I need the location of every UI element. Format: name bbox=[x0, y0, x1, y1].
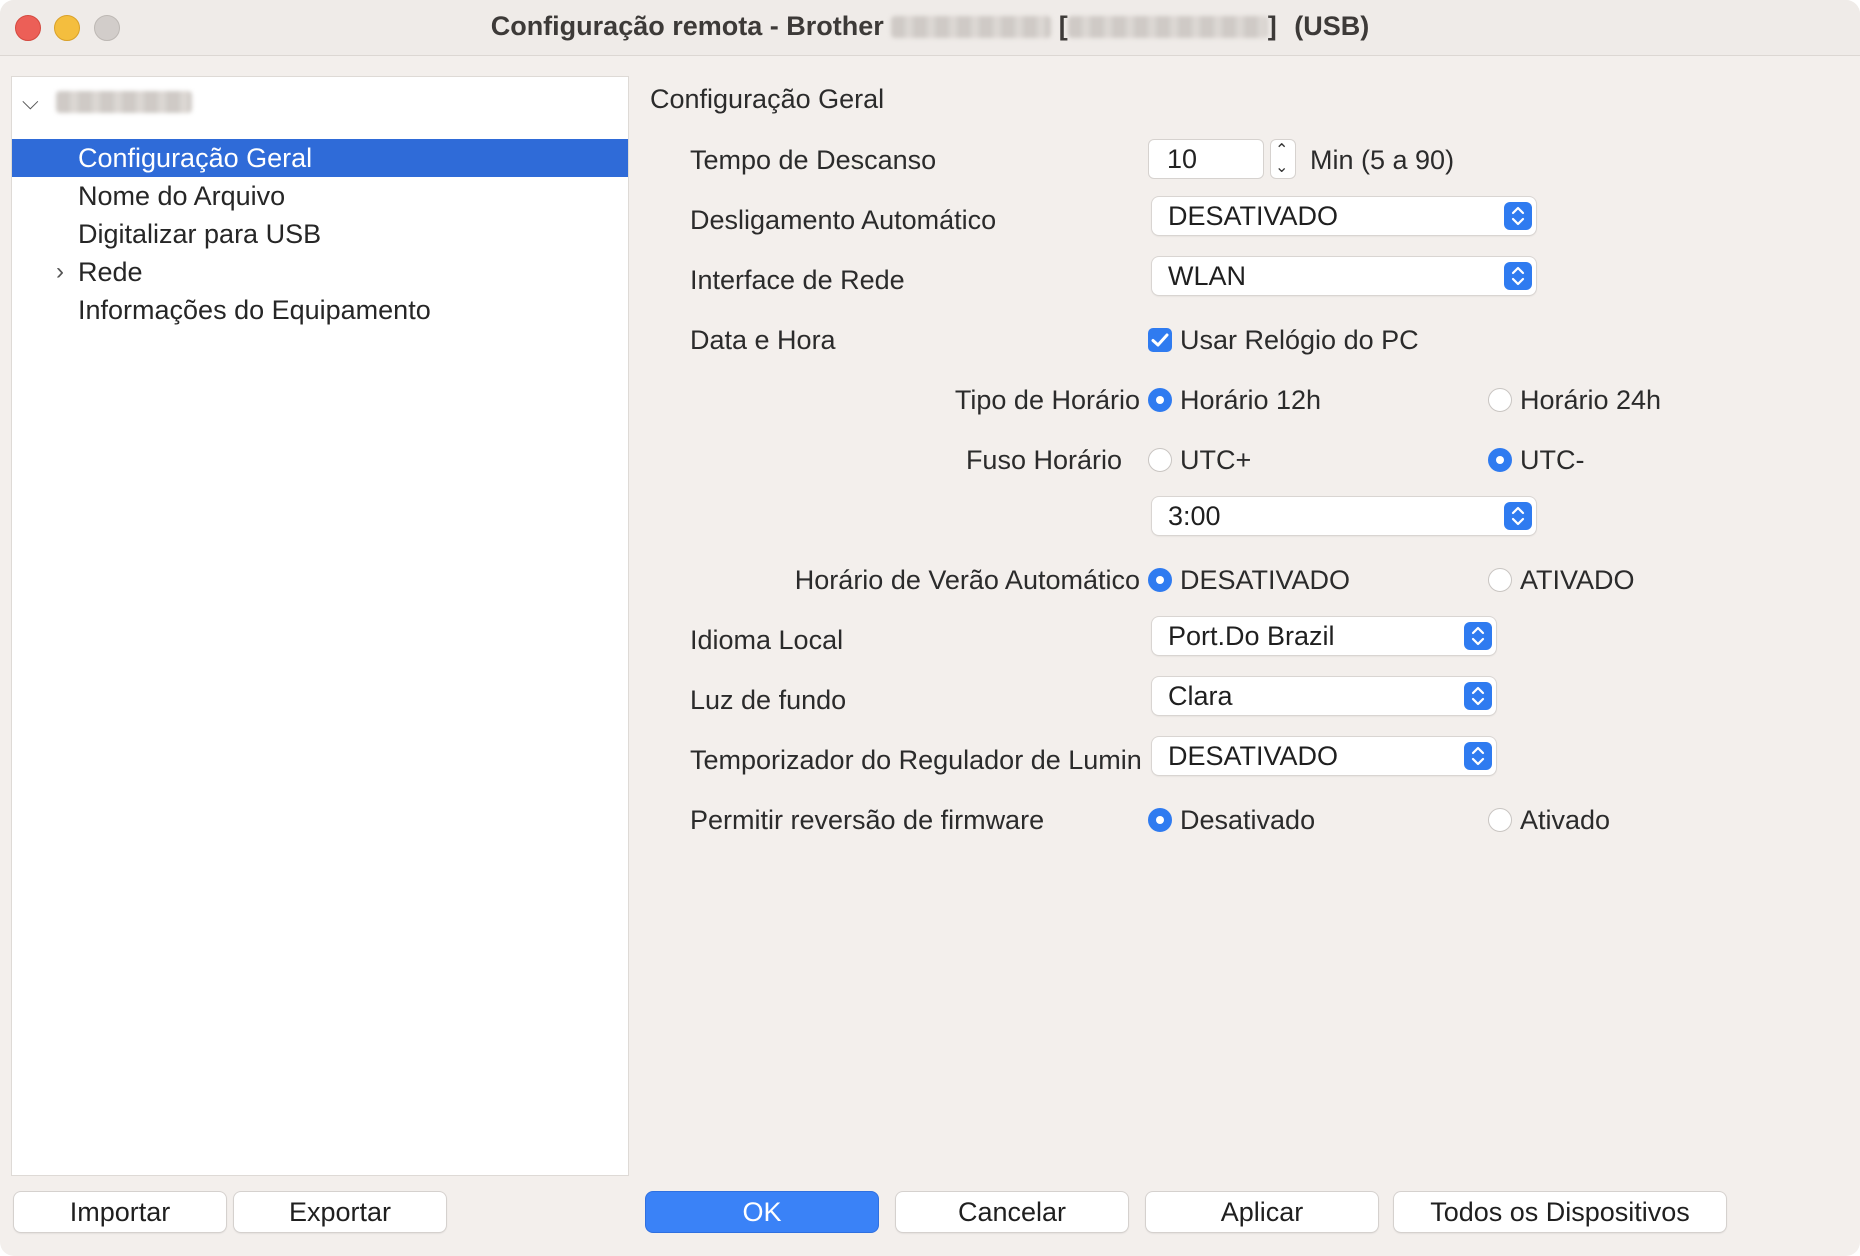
time-zone-offset-select[interactable]: 3:00 bbox=[1152, 497, 1536, 535]
tree-root-device[interactable]: ⌵ bbox=[20, 87, 320, 117]
window-title-bracket-open: [ bbox=[1058, 11, 1068, 41]
redacted-serial bbox=[1067, 16, 1268, 38]
network-interface-select[interactable]: WLAN bbox=[1152, 257, 1536, 295]
sleep-time-unit: Min (5 a 90) bbox=[1310, 145, 1455, 175]
dst-on-label[interactable]: ATIVADO bbox=[1520, 563, 1635, 597]
window-title-prefix: Configuração remota - Brother bbox=[490, 11, 884, 41]
up-down-arrows-icon bbox=[1464, 622, 1492, 650]
time-zone-label: Fuso Horário bbox=[965, 445, 1122, 475]
local-language-value: Port.Do Brazil bbox=[1168, 621, 1335, 651]
utc-minus-label[interactable]: UTC- bbox=[1520, 443, 1584, 477]
tree-item-network[interactable]: › Rede bbox=[12, 253, 628, 291]
checkmark-icon bbox=[1151, 333, 1169, 347]
import-button[interactable]: Importar bbox=[14, 1192, 226, 1232]
all-devices-button[interactable]: Todos os Dispositivos bbox=[1394, 1192, 1726, 1232]
auto-off-label: Desligamento Automático bbox=[690, 205, 997, 235]
cancel-button[interactable]: Cancelar bbox=[896, 1192, 1128, 1232]
chevron-down-icon[interactable]: ⌵ bbox=[22, 89, 39, 115]
utc-plus-label[interactable]: UTC+ bbox=[1180, 443, 1251, 477]
clock-24h-label[interactable]: Horário 24h bbox=[1520, 383, 1661, 417]
dst-off-label[interactable]: DESATIVADO bbox=[1180, 563, 1350, 597]
auto-dst-label: Horário de Verão Automático bbox=[794, 565, 1140, 595]
apply-button[interactable]: Aplicar bbox=[1146, 1192, 1378, 1232]
utc-plus-radio[interactable] bbox=[1148, 448, 1172, 472]
up-down-arrows-icon bbox=[1504, 502, 1532, 530]
title-bar: Configuração remota - Brother [] (USB) bbox=[0, 0, 1860, 56]
section-title: Configuração Geral bbox=[650, 84, 885, 114]
auto-off-select[interactable]: DESATIVADO bbox=[1152, 197, 1536, 235]
use-pc-clock-label[interactable]: Usar Relógio do PC bbox=[1180, 323, 1419, 357]
settings-tree: ⌵ Configuração Geral Nome do Arquivo Dig… bbox=[11, 76, 629, 1176]
dst-on-radio[interactable] bbox=[1488, 568, 1512, 592]
fw-rollback-on-radio[interactable] bbox=[1488, 808, 1512, 832]
window-title-bracket-close: ] bbox=[1267, 11, 1277, 41]
fw-rollback-on-label[interactable]: Ativado bbox=[1520, 803, 1610, 837]
tree-item-label: Configuração Geral bbox=[78, 143, 313, 173]
tree-item-general-setup[interactable]: Configuração Geral bbox=[12, 139, 628, 177]
chevron-right-icon[interactable]: › bbox=[56, 253, 64, 291]
dim-timer-value: DESATIVADO bbox=[1168, 741, 1339, 771]
window-title-suffix: (USB) bbox=[1294, 11, 1370, 41]
remote-setup-window: Configuração remota - Brother [] (USB) ⌵… bbox=[0, 0, 1860, 1256]
local-language-label: Idioma Local bbox=[690, 625, 844, 655]
tree-item-label: Digitalizar para USB bbox=[78, 219, 322, 249]
up-down-arrows-icon bbox=[1464, 682, 1492, 710]
up-down-arrows-icon bbox=[1464, 742, 1492, 770]
sleep-time-input[interactable]: 10 bbox=[1148, 139, 1264, 179]
backlight-value: Clara bbox=[1168, 681, 1233, 711]
tree-item-label: Rede bbox=[78, 257, 143, 287]
auto-off-value: DESATIVADO bbox=[1168, 201, 1339, 231]
up-down-arrows-icon bbox=[1504, 202, 1532, 230]
tree-item-file-name[interactable]: Nome do Arquivo bbox=[12, 177, 628, 215]
network-interface-value: WLAN bbox=[1168, 261, 1247, 291]
clock-type-label: Tipo de Horário bbox=[954, 385, 1140, 415]
redacted-model-name bbox=[891, 16, 1052, 38]
fw-rollback-off-label[interactable]: Desativado bbox=[1180, 803, 1315, 837]
backlight-label: Luz de fundo bbox=[690, 685, 847, 715]
sleep-time-label: Tempo de Descanso bbox=[690, 145, 937, 175]
tree-item-scan-to-usb[interactable]: Digitalizar para USB bbox=[12, 215, 628, 253]
backlight-select[interactable]: Clara bbox=[1152, 677, 1496, 715]
redacted-device-name bbox=[56, 91, 192, 113]
network-interface-label: Interface de Rede bbox=[690, 265, 905, 295]
dim-timer-label: Temporizador do Regulador de Lumin bbox=[690, 745, 1142, 775]
window-title: Configuração remota - Brother [] (USB) bbox=[0, 11, 1860, 42]
clock-12h-label[interactable]: Horário 12h bbox=[1180, 383, 1321, 417]
sleep-time-stepper[interactable]: ⌃ ⌄ bbox=[1270, 139, 1296, 179]
up-down-arrows-icon bbox=[1504, 262, 1532, 290]
export-button[interactable]: Exportar bbox=[234, 1192, 446, 1232]
time-zone-offset-value: 3:00 bbox=[1168, 501, 1221, 531]
tree-item-label: Informações do Equipamento bbox=[78, 295, 431, 325]
use-pc-clock-checkbox[interactable] bbox=[1148, 328, 1172, 352]
firmware-rollback-label: Permitir reversão de firmware bbox=[690, 805, 1045, 835]
stepper-up-icon[interactable]: ⌃ bbox=[1275, 143, 1288, 159]
tree-item-machine-info[interactable]: Informações do Equipamento bbox=[12, 291, 628, 329]
local-language-select[interactable]: Port.Do Brazil bbox=[1152, 617, 1496, 655]
utc-minus-radio[interactable] bbox=[1488, 448, 1512, 472]
clock-24h-radio[interactable] bbox=[1488, 388, 1512, 412]
clock-12h-radio[interactable] bbox=[1148, 388, 1172, 412]
stepper-down-icon[interactable]: ⌄ bbox=[1275, 160, 1288, 176]
date-time-label: Data e Hora bbox=[690, 325, 836, 355]
tree-item-label: Nome do Arquivo bbox=[78, 181, 286, 211]
ok-button[interactable]: OK bbox=[646, 1192, 878, 1232]
dim-timer-select[interactable]: DESATIVADO bbox=[1152, 737, 1496, 775]
fw-rollback-off-radio[interactable] bbox=[1148, 808, 1172, 832]
dst-off-radio[interactable] bbox=[1148, 568, 1172, 592]
